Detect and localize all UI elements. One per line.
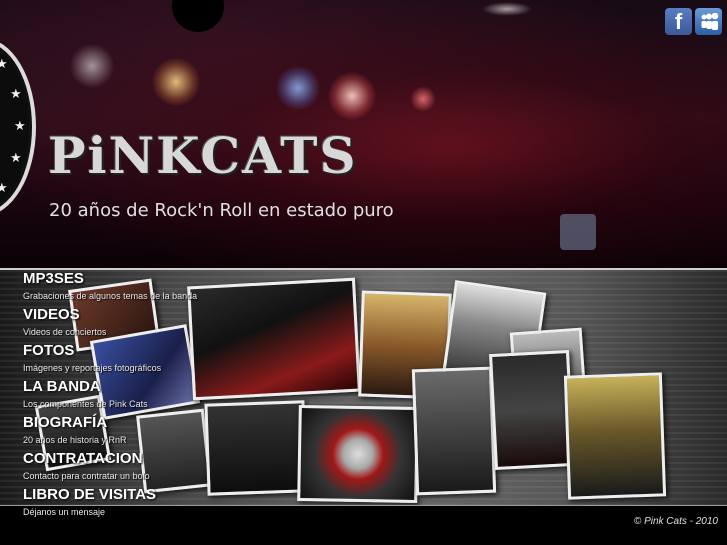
stage-light — [560, 214, 596, 250]
nav-subtitle: Grabaciones de algunos temas de la banda — [23, 291, 198, 301]
stage-light — [410, 86, 436, 112]
nav-title[interactable]: MP3SES — [23, 270, 84, 287]
nav-subtitle: Videos de conciertos — [23, 327, 107, 337]
star-icon: ★ — [10, 86, 22, 101]
myspace-icon[interactable] — [695, 8, 722, 35]
star-icon: ★ — [0, 180, 8, 195]
nav-subtitle: Contacto para contratar un bolo — [23, 471, 150, 481]
stage-light — [152, 58, 200, 106]
band-photo — [563, 372, 667, 500]
band-photo — [411, 366, 497, 496]
drum-graphic: ★ ★ ★ ★ ★ — [0, 38, 36, 216]
nav-title[interactable]: LIBRO DE VISITAS — [23, 486, 156, 503]
facebook-icon[interactable]: f — [665, 8, 692, 35]
band-photo — [204, 400, 308, 496]
nav-title[interactable]: LA BANDA — [23, 378, 101, 395]
header-banner: ★ ★ ★ ★ ★ PiNKCATS 20 años de Rock'n Rol… — [0, 0, 727, 268]
stage-light — [276, 66, 320, 110]
stage-light — [328, 72, 376, 120]
myspace-icon-glyph — [701, 12, 718, 30]
band-photo — [489, 349, 575, 471]
footer-copyright: © Pink Cats - 2010 — [633, 516, 718, 527]
tagline: 20 años de Rock'n Roll en estado puro — [49, 200, 394, 221]
nav-subtitle: Déjanos un mensaje — [23, 507, 106, 517]
nav-title[interactable]: BIOGRAFÍA — [23, 414, 107, 431]
nav-title[interactable]: CONTRATACION — [23, 450, 142, 467]
nav-subtitle: Los componentes de Pink Cats — [23, 399, 148, 409]
footer-divider — [0, 505, 727, 506]
stage-shadow — [172, 0, 224, 32]
stage-light — [70, 44, 114, 88]
star-icon: ★ — [0, 56, 8, 71]
photo-collage — [0, 270, 727, 505]
band-photo — [187, 277, 361, 401]
nav-title[interactable]: VIDEOS — [23, 306, 80, 323]
nav-title[interactable]: FOTOS — [23, 342, 74, 359]
band-logo[interactable]: PiNKCATS — [48, 126, 358, 185]
band-photo — [297, 404, 419, 504]
nav-subtitle: Imágenes y reportajes fotográficos — [23, 363, 162, 373]
nav-subtitle: 20 años de historia y RnR — [23, 435, 127, 445]
stage-light — [482, 2, 532, 16]
star-icon: ★ — [14, 118, 26, 133]
star-icon: ★ — [10, 150, 22, 165]
